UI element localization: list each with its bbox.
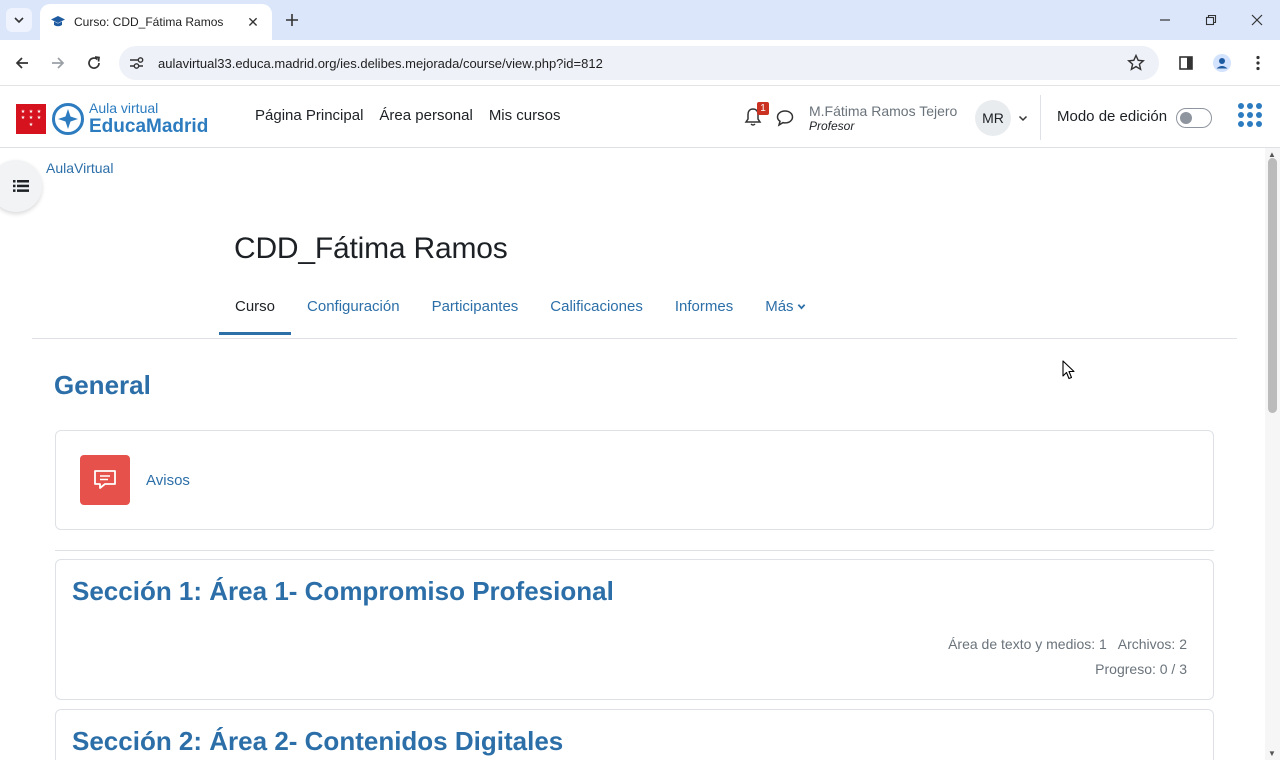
nav-link-my-courses[interactable]: Mis cursos — [489, 107, 561, 124]
activity-link-avisos[interactable]: Avisos — [146, 472, 190, 489]
section-1-card: Sección 1: Área 1- Compromiso Profesiona… — [55, 559, 1214, 700]
tab-configuracion[interactable]: Configuración — [291, 288, 416, 335]
tab-mas[interactable]: Más — [749, 288, 821, 335]
primary-navigation: Página Principal Área personal Mis curso… — [255, 107, 561, 124]
minimize-button[interactable] — [1142, 0, 1188, 40]
tab-close-icon[interactable]: ✕ — [244, 13, 262, 31]
navbar-divider — [1040, 95, 1041, 140]
chevron-down-icon — [14, 17, 24, 24]
minimize-icon — [1160, 19, 1170, 21]
restore-button[interactable] — [1188, 0, 1234, 40]
tab-calificaciones[interactable]: Calificaciones — [534, 288, 659, 335]
close-window-button[interactable] — [1234, 0, 1280, 40]
edit-mode-toggle[interactable] — [1176, 108, 1212, 128]
profile-icon — [1213, 54, 1231, 72]
section-general-heading: General — [54, 370, 151, 400]
new-tab-button[interactable] — [281, 9, 303, 31]
moodle-favicon-icon — [50, 14, 66, 30]
arrow-right-icon — [52, 57, 65, 69]
breadcrumb-aulavirtual[interactable]: AulaVirtual — [46, 160, 113, 176]
profile-button[interactable] — [1210, 51, 1234, 75]
tab-informes[interactable]: Informes — [659, 288, 749, 335]
section-1-title[interactable]: Sección 1: Área 1- Compromiso Profesiona… — [72, 576, 614, 607]
section-1-activity-summary: Área de texto y medios: 1 Archivos: 2 — [948, 636, 1187, 652]
nav-link-dashboard[interactable]: Área personal — [379, 107, 472, 124]
chevron-down-icon — [797, 298, 806, 315]
logo-subtitle: Aula virtual — [89, 100, 159, 116]
plus-icon — [286, 14, 298, 26]
scrollbar-thumb[interactable] — [1268, 158, 1277, 413]
list-icon — [13, 180, 29, 192]
notification-count-badge: 1 — [757, 102, 769, 115]
side-panel-icon — [1179, 56, 1193, 70]
bookmark-star-icon[interactable] — [1127, 54, 1145, 72]
user-full-name[interactable]: M.Fátima Ramos Tejero — [809, 103, 957, 119]
page-scrollbar[interactable]: ▲ ▼ — [1265, 148, 1280, 760]
course-secondary-navigation: Curso Configuración Participantes Califi… — [219, 288, 822, 335]
forum-activity-icon[interactable] — [80, 455, 130, 505]
site-navbar: ★ ★ ★ ★ ★ ★ ★ Aula virtual EducaMadrid Página … — [0, 87, 1280, 148]
user-menu-chevron-down-icon[interactable] — [1017, 112, 1029, 124]
section-1-progress: Progreso: 0 / 3 — [1095, 661, 1187, 677]
section-2-card: Sección 2: Área 2- Contenidos Digitales — [55, 709, 1214, 760]
secondary-nav-divider — [32, 338, 1237, 339]
tab-search-button[interactable] — [6, 8, 32, 32]
tab-title: Curso: CDD_Fátima Ramos — [74, 15, 224, 29]
browser-tab-bar: Curso: CDD_Fátima Ramos ✕ — [0, 0, 1280, 40]
course-index-drawer-button[interactable] — [0, 160, 42, 212]
user-avatar[interactable]: MR — [975, 100, 1011, 136]
messages-chat-icon[interactable] — [775, 108, 795, 128]
site-settings-icon[interactable] — [129, 55, 145, 71]
close-icon — [1251, 14, 1263, 26]
kebab-menu-icon — [1256, 55, 1260, 71]
scroll-down-arrow-icon[interactable]: ▼ — [1268, 749, 1276, 758]
reload-button[interactable] — [82, 51, 106, 75]
mouse-cursor-icon — [1062, 360, 1075, 380]
side-panel-button[interactable] — [1174, 51, 1198, 75]
address-bar[interactable]: aulavirtual33.educa.madrid.org/ies.delib… — [119, 46, 1159, 80]
browser-menu-button[interactable] — [1246, 51, 1270, 75]
site-logo[interactable]: ★ ★ ★ ★ ★ ★ ★ Aula virtual EducaMadrid — [16, 101, 208, 136]
tab-participantes[interactable]: Participantes — [416, 288, 535, 335]
section-divider — [55, 550, 1214, 551]
tab-mas-label: Más — [765, 298, 794, 315]
arrow-left-icon — [15, 57, 28, 69]
tab-curso[interactable]: Curso — [219, 288, 292, 335]
browser-tab-active[interactable]: Curso: CDD_Fátima Ramos ✕ — [40, 4, 272, 40]
educamadrid-emblem-icon — [52, 102, 84, 135]
restore-icon — [1205, 14, 1217, 26]
apps-grid-icon[interactable] — [1238, 103, 1262, 127]
toggle-knob — [1180, 112, 1192, 124]
reload-icon — [88, 56, 100, 69]
madrid-flag-icon: ★ ★ ★ ★ ★ ★ ★ — [16, 103, 46, 134]
general-section-card: Avisos — [55, 430, 1214, 530]
page-title: CDD_Fátima Ramos — [234, 232, 508, 265]
user-role: Profesor — [809, 119, 855, 133]
forward-button[interactable] — [46, 51, 70, 75]
back-button[interactable] — [10, 51, 34, 75]
url-text: aulavirtual33.educa.madrid.org/ies.delib… — [158, 55, 603, 71]
section-2-title[interactable]: Sección 2: Área 2- Contenidos Digitales — [72, 726, 563, 757]
nav-link-home[interactable]: Página Principal — [255, 107, 363, 124]
logo-title: EducaMadrid — [89, 116, 209, 137]
browser-toolbar: aulavirtual33.educa.madrid.org/ies.delib… — [0, 40, 1280, 86]
edit-mode-label: Modo de edición — [1057, 108, 1168, 125]
